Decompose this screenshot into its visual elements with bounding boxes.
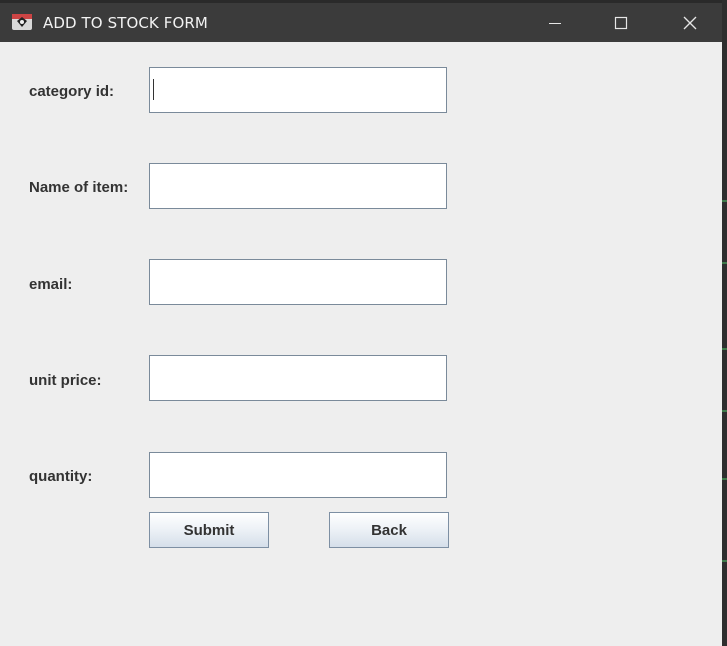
submit-button[interactable]: Submit	[149, 512, 269, 548]
quantity-input[interactable]	[149, 452, 447, 498]
email-input[interactable]	[149, 259, 447, 305]
item-name-input[interactable]	[149, 163, 447, 209]
text-caret	[153, 79, 154, 100]
quantity-label: quantity:	[29, 468, 93, 485]
item-name-label: Name of item:	[29, 179, 129, 196]
close-icon	[683, 16, 697, 29]
title-bar[interactable]: ADD TO STOCK FORM	[0, 0, 722, 42]
maximize-icon	[614, 16, 628, 29]
add-to-stock-window: ADD TO STOCK FORM category id: Name of i…	[0, 0, 722, 646]
unit-price-input[interactable]	[149, 355, 447, 401]
close-button[interactable]	[667, 3, 713, 42]
back-button[interactable]: Back	[329, 512, 449, 548]
minimize-button[interactable]	[532, 3, 578, 42]
background-window-edge	[722, 0, 727, 646]
minimize-icon	[549, 22, 561, 24]
category-id-label: category id:	[29, 83, 115, 100]
maximize-button[interactable]	[598, 3, 644, 42]
email-label: email:	[29, 276, 73, 293]
category-id-input[interactable]	[149, 67, 447, 113]
unit-price-label: unit price:	[29, 372, 102, 389]
java-app-icon	[12, 14, 32, 30]
window-title: ADD TO STOCK FORM	[43, 14, 208, 32]
